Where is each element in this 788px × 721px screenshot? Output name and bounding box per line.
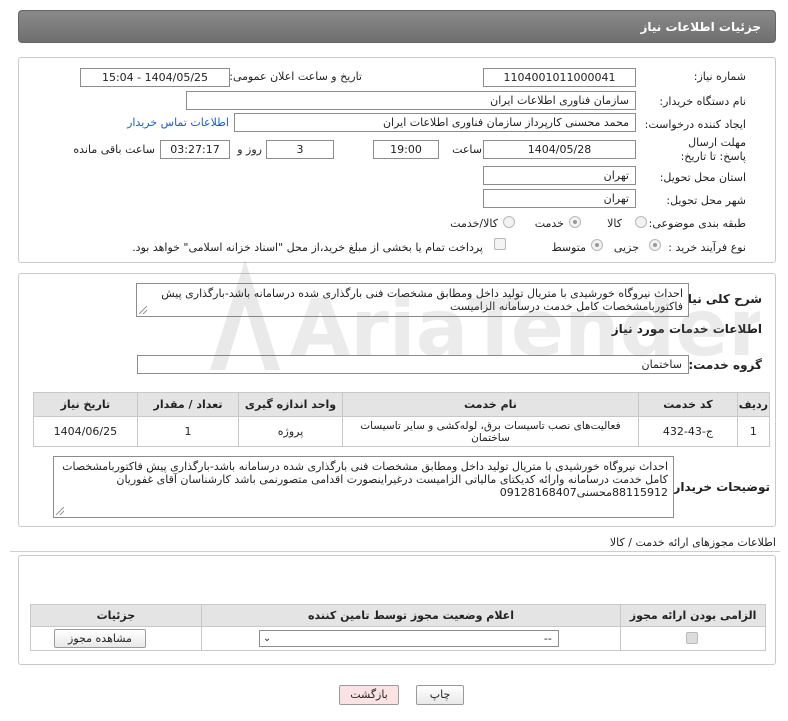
requester-label: ایجاد کننده درخواست: xyxy=(644,118,746,131)
buyer-notes-text: احداث نیروگاه خورشیدی با متریال تولید دا… xyxy=(53,456,674,518)
buyer-org-label: نام دستگاه خریدار: xyxy=(659,95,746,108)
process-type-label: نوع فرآیند خرید : xyxy=(668,241,746,254)
service-unit: پروژه xyxy=(238,416,343,447)
col-permit-status: اعلام وضعیت مجوز توسط تامین کننده xyxy=(200,604,622,627)
row-number: 1 xyxy=(736,416,771,447)
permit-details-cell: مشاهده مجوز xyxy=(30,626,202,651)
col-permit-details: جزئیات xyxy=(30,604,202,627)
summary-text-content: احداث نیروگاه خورشیدی با متریال تولید دا… xyxy=(161,287,683,313)
table-row: 1 ج-43-432 فعالیت‌های نصب تاسیسات برق، ل… xyxy=(33,416,771,447)
resize-grip-icon[interactable] xyxy=(139,306,147,314)
need-number-label: شماره نیاز: xyxy=(693,70,746,83)
deadline-date-field: 1404/05/28 xyxy=(483,140,636,159)
service-group-field: ساختمان xyxy=(137,355,689,374)
treasury-payment-checkbox[interactable] xyxy=(494,238,506,250)
permits-table-header: الزامی بودن ارائه مجوز اعلام وضعیت مجوز … xyxy=(30,604,766,627)
province-label: استان محل تحویل: xyxy=(659,171,746,184)
col-permit-required: الزامی بودن ارائه مجوز xyxy=(620,604,766,627)
treasury-payment-note: پرداخت تمام یا بخشی از مبلغ خرید،از محل … xyxy=(132,241,483,254)
service-date: 1404/06/25 xyxy=(33,416,138,447)
category-service-radio[interactable] xyxy=(569,216,581,228)
deadline-time-field: 19:00 xyxy=(373,140,439,159)
services-table-header: ردیف کد خدمت نام خدمت واحد اندازه گیری ت… xyxy=(33,392,771,417)
remaining-time-field: 03:27:17 xyxy=(160,140,230,159)
service-code: ج-43-432 xyxy=(638,416,738,447)
city-field: تهران xyxy=(483,189,636,208)
chevron-down-icon: ⌄ xyxy=(262,633,272,644)
need-info-panel xyxy=(18,57,776,263)
buyer-notes-label: توضیحات خریدار: xyxy=(668,480,770,494)
services-table: ردیف کد خدمت نام خدمت واحد اندازه گیری ت… xyxy=(33,392,771,447)
buyer-notes-content: احداث نیروگاه خورشیدی با متریال تولید دا… xyxy=(62,460,668,499)
category-goods-service-radio[interactable] xyxy=(503,216,515,228)
category-label: طبقه بندی موضوعی: xyxy=(648,217,746,230)
print-button[interactable]: چاپ xyxy=(416,685,464,705)
remaining-time-label: ساعت باقی مانده xyxy=(73,143,155,156)
city-label: شهر محل تحویل: xyxy=(666,194,746,207)
services-title: اطلاعات خدمات مورد نیاز xyxy=(611,322,762,336)
deadline-label: مهلت ارسال پاسخ: تا تاریخ: xyxy=(680,136,746,163)
announce-datetime-label: تاریخ و ساعت اعلان عمومی: xyxy=(229,70,362,83)
service-qty: 1 xyxy=(136,416,240,447)
permit-required-checkbox xyxy=(686,632,699,644)
service-group-label: گروه خدمت: xyxy=(688,358,762,372)
col-code: کد خدمت xyxy=(638,392,738,417)
buyer-contact-link[interactable]: اطلاعات تماس خریدار xyxy=(127,116,229,129)
permit-row: -- ⌄ مشاهده مجوز xyxy=(30,626,766,651)
view-permit-button[interactable]: مشاهده مجوز xyxy=(54,629,146,648)
col-unit: واحد اندازه گیری xyxy=(238,392,343,417)
category-goods-label: کالا xyxy=(607,217,622,230)
category-goods-service-label: کالا/خدمت xyxy=(450,217,498,230)
deadline-time-label: ساعت xyxy=(452,143,482,156)
col-name: نام خدمت xyxy=(341,392,640,417)
service-name: فعالیت‌های نصب تاسیسات برق، لوله‌کشی و س… xyxy=(341,416,640,447)
col-qty: تعداد / مقدار xyxy=(136,392,240,417)
col-date: تاریخ نیاز xyxy=(33,392,138,417)
divider xyxy=(10,551,780,552)
summary-text: احداث نیروگاه خورشیدی با متریال تولید دا… xyxy=(136,283,689,317)
days-label: روز و xyxy=(237,143,262,156)
col-row: ردیف xyxy=(736,392,771,417)
days-field: 3 xyxy=(266,140,334,159)
need-number-field: 1104001011000041 xyxy=(483,68,636,87)
category-goods-radio[interactable] xyxy=(635,216,647,228)
requester-field: محمد محسنی کارپرداز سازمان فناوری اطلاعا… xyxy=(234,113,636,132)
category-service-label: خدمت xyxy=(534,217,564,230)
process-minor-label: جزیی xyxy=(613,241,639,254)
permits-table: الزامی بودن ارائه مجوز اعلام وضعیت مجوز … xyxy=(30,604,766,651)
page-header: جزئیات اطلاعات نیاز xyxy=(18,10,776,43)
permit-status-select[interactable]: -- ⌄ xyxy=(258,630,559,647)
permit-status-value: -- xyxy=(543,632,552,645)
back-button[interactable]: بازگشت xyxy=(339,685,399,705)
resize-grip-icon[interactable] xyxy=(56,507,64,515)
process-medium-radio[interactable] xyxy=(591,239,603,251)
process-minor-radio[interactable] xyxy=(649,239,661,251)
province-field: تهران xyxy=(483,166,636,185)
buyer-org-field: سازمان فناوری اطلاعات ایران xyxy=(186,91,636,110)
announce-datetime-field: 1404/05/25 - 15:04 xyxy=(80,68,230,87)
permit-required-cell xyxy=(620,626,766,651)
permit-status-cell: -- ⌄ xyxy=(200,626,622,651)
page-title: جزئیات اطلاعات نیاز xyxy=(640,20,761,34)
process-medium-label: متوسط xyxy=(551,241,586,254)
permits-title: اطلاعات مجوزهای ارائه خدمت / کالا xyxy=(609,536,776,549)
